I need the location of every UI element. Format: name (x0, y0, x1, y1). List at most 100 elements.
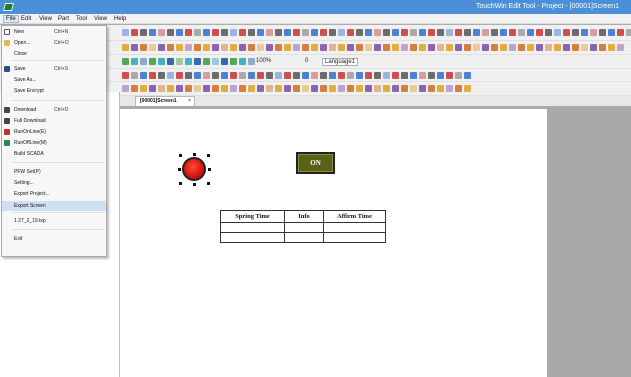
menu-edit[interactable]: Edit (19, 15, 33, 23)
font-icon[interactable] (194, 58, 201, 65)
color-icon[interactable] (230, 44, 237, 51)
color-icon[interactable] (140, 58, 147, 65)
color-icon[interactable] (293, 72, 300, 79)
align-icon[interactable] (212, 44, 219, 51)
download-icon[interactable] (410, 44, 417, 51)
zoom-icon[interactable] (581, 44, 588, 51)
color-icon[interactable] (203, 85, 210, 92)
save-icon[interactable] (122, 29, 129, 36)
zoom-icon[interactable] (320, 72, 327, 79)
shape-icon[interactable] (383, 44, 390, 51)
zoom-icon[interactable] (176, 44, 183, 51)
color-icon[interactable] (401, 29, 408, 36)
text-tools-icon[interactable] (320, 85, 327, 92)
selection-handle[interactable] (207, 182, 210, 185)
align-icon[interactable] (455, 44, 462, 51)
save-icon[interactable] (203, 29, 210, 36)
grid-icon[interactable] (212, 85, 219, 92)
zoom-icon[interactable] (392, 85, 399, 92)
save-icon[interactable] (518, 44, 525, 51)
download-icon[interactable] (257, 29, 264, 36)
font-icon[interactable] (527, 44, 534, 51)
text-tools-icon[interactable] (428, 44, 435, 51)
color-icon[interactable] (311, 44, 318, 51)
text-tools-icon[interactable] (266, 44, 273, 51)
align-icon[interactable] (203, 58, 210, 65)
alarm-table[interactable]: Spring Time Info Affirm Time (220, 210, 386, 243)
grid-icon[interactable] (293, 85, 300, 92)
download-icon[interactable] (176, 29, 183, 36)
shape-icon[interactable] (545, 44, 552, 51)
shape-icon[interactable] (221, 44, 228, 51)
selection-handle[interactable] (178, 168, 181, 171)
color-icon[interactable] (554, 44, 561, 51)
save-icon[interactable] (329, 85, 336, 92)
save-icon[interactable] (176, 72, 183, 79)
save-icon[interactable] (185, 58, 192, 65)
zoom-icon[interactable] (167, 58, 174, 65)
font-icon[interactable] (257, 85, 264, 92)
shape-icon[interactable] (473, 29, 480, 36)
text-tools-icon[interactable] (356, 29, 363, 36)
screen-canvas[interactable]: ON Spring Time Info Affirm Time (120, 109, 547, 377)
save-icon[interactable] (248, 85, 255, 92)
selection-handle[interactable] (179, 154, 182, 157)
save-icon[interactable] (419, 72, 426, 79)
color-icon[interactable] (131, 72, 138, 79)
align-icon[interactable] (383, 29, 390, 36)
download-icon[interactable] (248, 44, 255, 51)
save-icon[interactable] (257, 72, 264, 79)
grid-icon[interactable] (572, 29, 579, 36)
grid-icon[interactable] (383, 72, 390, 79)
zoom-icon[interactable] (230, 85, 237, 92)
save-icon[interactable] (338, 72, 345, 79)
download-icon[interactable] (158, 58, 165, 65)
shape-icon[interactable] (149, 29, 156, 36)
menu-help[interactable]: Help (112, 15, 128, 23)
file-menu-item-save[interactable]: Save Ctrl+S (2, 64, 106, 74)
color-icon[interactable] (149, 44, 156, 51)
zoom-icon[interactable] (338, 44, 345, 51)
download-icon[interactable] (491, 44, 498, 51)
align-icon[interactable] (266, 85, 273, 92)
save-icon[interactable] (356, 44, 363, 51)
shape-icon[interactable] (194, 85, 201, 92)
file-menu-item-build-scada[interactable]: Build SCADA (2, 149, 106, 159)
text-tools-icon[interactable] (248, 72, 255, 79)
file-menu-item-new[interactable]: New Ctrl+N (2, 27, 106, 37)
align-icon[interactable] (356, 72, 363, 79)
grid-icon[interactable] (374, 85, 381, 92)
download-icon[interactable] (302, 85, 309, 92)
download-icon[interactable] (221, 85, 228, 92)
align-icon[interactable] (302, 29, 309, 36)
grid-icon[interactable] (230, 58, 237, 65)
close-icon[interactable]: × (188, 97, 191, 106)
save-icon[interactable] (527, 29, 534, 36)
grid-icon[interactable] (455, 85, 462, 92)
font-icon[interactable] (446, 44, 453, 51)
file-menu-item-pfw-set-p[interactable]: PFW Set(P) (2, 167, 106, 177)
grid-icon[interactable] (158, 44, 165, 51)
grid-icon[interactable] (563, 44, 570, 51)
color-icon[interactable] (212, 72, 219, 79)
menu-view-2[interactable]: View (92, 15, 109, 23)
file-menu-item-setting[interactable]: Setting... (2, 178, 106, 188)
grid-icon[interactable] (239, 44, 246, 51)
shape-icon[interactable] (365, 72, 372, 79)
grid-icon[interactable] (140, 72, 147, 79)
font-icon[interactable] (419, 85, 426, 92)
font-icon[interactable] (212, 29, 219, 36)
grid-icon[interactable] (482, 44, 489, 51)
grid-icon[interactable] (167, 29, 174, 36)
font-icon[interactable] (347, 72, 354, 79)
file-menu-item-download[interactable]: Download Ctrl+D (2, 105, 106, 115)
text-tools-icon[interactable] (599, 29, 606, 36)
font-icon[interactable] (122, 44, 129, 51)
download-icon[interactable] (500, 29, 507, 36)
align-icon[interactable] (428, 85, 435, 92)
align-icon[interactable] (545, 29, 552, 36)
grid-icon[interactable] (329, 29, 336, 36)
save-icon[interactable] (194, 44, 201, 51)
text-tools-icon[interactable] (176, 58, 183, 65)
align-icon[interactable] (293, 44, 300, 51)
